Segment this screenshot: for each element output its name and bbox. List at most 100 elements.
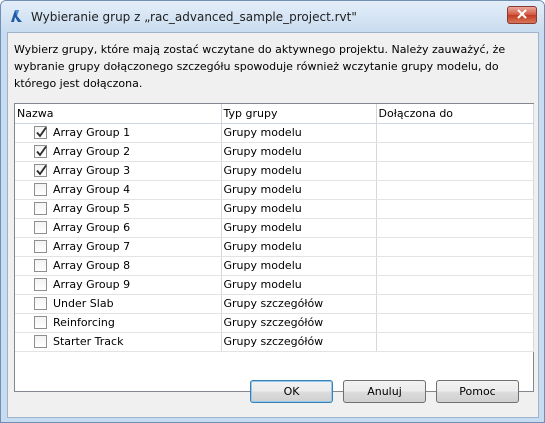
group-checkbox[interactable] <box>34 240 47 253</box>
cell-attached-to <box>376 180 534 200</box>
revit-logo-icon <box>9 8 25 24</box>
column-header-type[interactable]: Typ grupy <box>221 104 377 124</box>
cell-group-type: Grupy modelu <box>221 142 377 162</box>
checkmark-icon <box>36 164 47 176</box>
cell-group-type: Grupy modelu <box>221 180 377 200</box>
help-button[interactable]: Pomoc <box>436 380 519 403</box>
cell-group-type: Grupy modelu <box>221 256 377 276</box>
group-checkbox[interactable] <box>34 259 47 272</box>
name-cell-content: Reinforcing <box>17 314 220 332</box>
cell-attached-to <box>376 218 534 238</box>
group-checkbox[interactable] <box>34 278 47 291</box>
name-cell-content: Array Group 6 <box>17 219 220 237</box>
name-cell-content: Under Slab <box>17 295 220 313</box>
cell-name: Array Group 8 <box>15 256 222 276</box>
group-checkbox[interactable] <box>34 164 47 177</box>
group-name: Array Group 9 <box>53 278 131 291</box>
cell-group-type: Grupy szczegółów <box>221 313 377 333</box>
cell-name: Array Group 1 <box>15 123 222 143</box>
name-cell-content: Array Group 9 <box>17 276 220 294</box>
checkmark-icon <box>36 145 47 157</box>
ok-button[interactable]: OK <box>250 380 333 403</box>
table-row[interactable]: Array Group 2 Grupy modelu <box>15 142 534 162</box>
group-name: Starter Track <box>53 335 124 348</box>
group-name: Array Group 5 <box>53 202 131 215</box>
table-row[interactable]: Under Slab Grupy szczegółów <box>15 294 534 314</box>
cell-attached-to <box>376 237 534 257</box>
window-title: Wybieranie grup z „rac_advanced_sample_p… <box>31 10 357 24</box>
table-row[interactable]: Array Group 5 Grupy modelu <box>15 199 534 219</box>
group-checkbox[interactable] <box>34 221 47 234</box>
cell-attached-to <box>376 275 534 295</box>
cell-attached-to <box>376 199 534 219</box>
table-row[interactable]: Array Group 7 Grupy modelu <box>15 237 534 257</box>
cell-attached-to <box>376 313 534 333</box>
table-row[interactable]: Array Group 8 Grupy modelu <box>15 256 534 276</box>
cell-group-type: Grupy modelu <box>221 123 377 143</box>
cell-attached-to <box>376 142 534 162</box>
column-header-attached[interactable]: Dołączona do <box>376 104 534 124</box>
table-row[interactable]: Array Group 9 Grupy modelu <box>15 275 534 295</box>
name-cell-content: Array Group 4 <box>17 181 220 199</box>
group-name: Reinforcing <box>53 316 115 329</box>
name-cell-content: Array Group 3 <box>17 162 220 180</box>
dialog-window: Wybieranie grup z „rac_advanced_sample_p… <box>0 0 545 423</box>
cell-attached-to <box>376 332 534 352</box>
table-row[interactable]: Starter Track Grupy szczegółów <box>15 332 534 352</box>
group-name: Array Group 1 <box>53 126 131 139</box>
groups-table[interactable]: Nazwa Typ grupy Dołączona do Array Group… <box>14 103 534 392</box>
cell-name: Reinforcing <box>15 313 222 333</box>
group-checkbox[interactable] <box>34 126 47 139</box>
group-name: Array Group 7 <box>53 240 131 253</box>
cell-group-type: Grupy modelu <box>221 199 377 219</box>
column-header-name[interactable]: Nazwa <box>15 104 222 124</box>
cell-attached-to <box>376 123 534 143</box>
title-bar[interactable]: Wybieranie grup z „rac_advanced_sample_p… <box>1 1 544 32</box>
table-row[interactable]: Reinforcing Grupy szczegółów <box>15 313 534 333</box>
table-row[interactable]: Array Group 4 Grupy modelu <box>15 180 534 200</box>
cell-name: Array Group 4 <box>15 180 222 200</box>
name-cell-content: Starter Track <box>17 333 220 351</box>
name-cell-content: Array Group 2 <box>17 143 220 161</box>
group-checkbox[interactable] <box>34 335 47 348</box>
close-button[interactable] <box>507 6 537 24</box>
cell-name: Under Slab <box>15 294 222 314</box>
name-cell-content: Array Group 5 <box>17 200 220 218</box>
cell-group-type: Grupy modelu <box>221 218 377 238</box>
name-cell-content: Array Group 7 <box>17 238 220 256</box>
name-cell-content: Array Group 8 <box>17 257 220 275</box>
group-name: Array Group 4 <box>53 183 131 196</box>
close-icon <box>517 8 527 22</box>
table-header-row: Nazwa Typ grupy Dołączona do <box>15 104 534 124</box>
group-checkbox[interactable] <box>34 145 47 158</box>
group-checkbox[interactable] <box>34 183 47 196</box>
cell-name: Array Group 6 <box>15 218 222 238</box>
dialog-body: Wybierz grupy, które mają zostać wczytan… <box>7 32 539 418</box>
cancel-button[interactable]: Anuluj <box>343 380 426 403</box>
cell-attached-to <box>376 161 534 181</box>
group-name: Array Group 6 <box>53 221 131 234</box>
cell-name: Starter Track <box>15 332 222 352</box>
group-name: Array Group 8 <box>53 259 131 272</box>
name-cell-content: Array Group 1 <box>17 124 220 142</box>
group-name: Array Group 3 <box>53 164 131 177</box>
group-name: Array Group 2 <box>53 145 131 158</box>
group-name: Under Slab <box>53 297 114 310</box>
checkmark-icon <box>36 126 47 138</box>
cell-name: Array Group 7 <box>15 237 222 257</box>
group-checkbox[interactable] <box>34 297 47 310</box>
cell-attached-to <box>376 294 534 314</box>
table-row[interactable]: Array Group 6 Grupy modelu <box>15 218 534 238</box>
group-checkbox[interactable] <box>34 202 47 215</box>
cell-name: Array Group 5 <box>15 199 222 219</box>
cell-group-type: Grupy modelu <box>221 161 377 181</box>
table-row[interactable]: Array Group 3 Grupy modelu <box>15 161 534 181</box>
cell-name: Array Group 3 <box>15 161 222 181</box>
cell-name: Array Group 9 <box>15 275 222 295</box>
cell-attached-to <box>376 256 534 276</box>
group-checkbox[interactable] <box>34 316 47 329</box>
cell-group-type: Grupy szczegółów <box>221 332 377 352</box>
table-row[interactable]: Array Group 1 Grupy modelu <box>15 123 534 143</box>
instruction-text: Wybierz grupy, które mają zostać wczytan… <box>14 43 506 90</box>
cell-group-type: Grupy modelu <box>221 237 377 257</box>
